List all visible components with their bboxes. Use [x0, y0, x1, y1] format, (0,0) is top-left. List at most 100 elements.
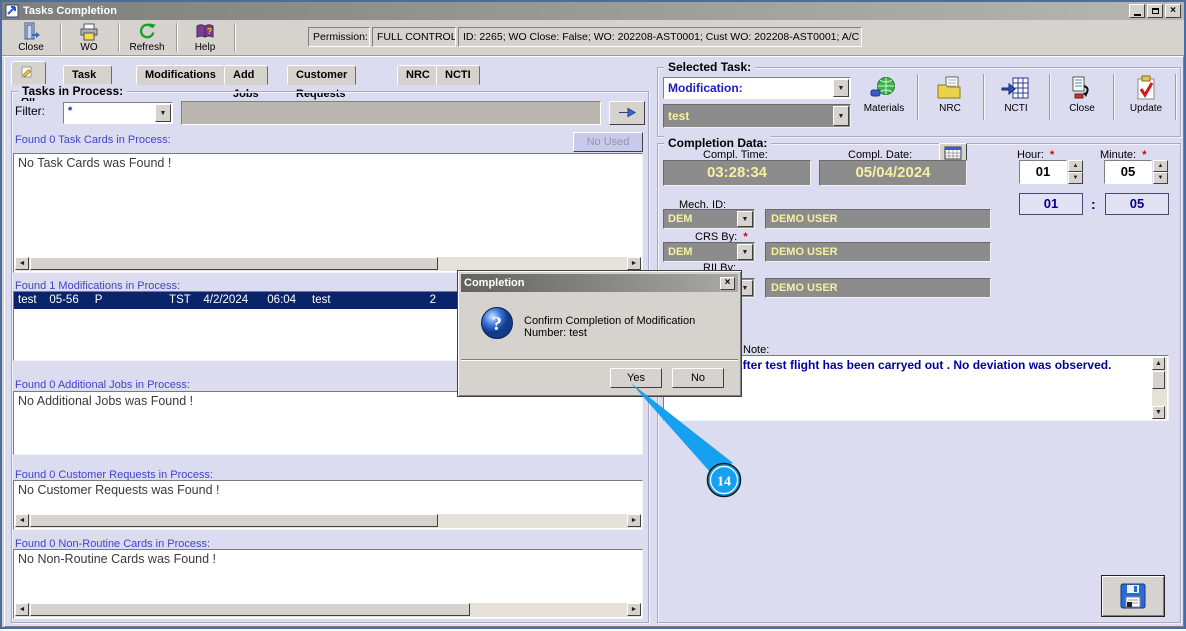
customer-requests-list[interactable]: No Customer Requests was Found ! ◄ ►	[13, 480, 643, 530]
scrollbar-thumb[interactable]	[30, 514, 438, 527]
chevron-down-icon[interactable]: ▼	[155, 104, 171, 122]
task-type-dropdown[interactable]: Modification: ▼	[663, 77, 851, 99]
document-close-icon	[1055, 73, 1109, 103]
found-add-jobs-label: Found 0 Additional Jobs in Process:	[15, 379, 190, 391]
tab-label: NCTI	[445, 69, 471, 81]
spin-down-icon[interactable]: ▼	[1068, 172, 1083, 184]
update-label: Update	[1129, 103, 1163, 114]
tab-modifications[interactable]: Modifications	[136, 65, 225, 85]
tab-nrc[interactable]: NRC	[397, 65, 439, 85]
crs-by-value: DEM	[668, 246, 693, 258]
completion-dialog: Completion × ? Confirm Completion of Mod…	[457, 270, 742, 397]
tab-task-cards[interactable]: Task Cards	[63, 65, 113, 100]
mech-id-value: DEM	[668, 213, 693, 225]
scroll-left-icon[interactable]: ◄	[15, 514, 29, 527]
no-label: No	[690, 372, 706, 384]
ncti-button[interactable]: NCTI	[989, 73, 1043, 121]
hour-stepper[interactable]: 01	[1019, 160, 1067, 184]
crs-name-field: DEMO USER	[765, 242, 991, 262]
app-window: Tasks Completion × Close WO Refresh ? He…	[0, 0, 1186, 629]
task-cards-list[interactable]: No Task Cards was Found ! ◄ ►	[13, 153, 643, 273]
tab-add-jobs[interactable]: Add Jobs	[224, 65, 268, 100]
scrollbar-thumb[interactable]	[1152, 371, 1165, 389]
close-icon: ×	[1170, 5, 1176, 16]
scroll-up-icon[interactable]: ▲	[1152, 357, 1165, 370]
compl-date-value: 05/04/2024	[819, 160, 967, 186]
printer-icon	[66, 22, 112, 42]
blue-arrow-right-icon	[617, 105, 637, 123]
hour-value: 01	[1035, 164, 1051, 179]
found-task-cards-label: Found 0 Task Cards in Process:	[15, 134, 171, 146]
tab-all[interactable]: All	[11, 61, 46, 104]
chevron-down-icon[interactable]: ▼	[833, 106, 849, 126]
dialog-separator	[461, 359, 738, 361]
filter-go-button[interactable]	[609, 101, 645, 125]
toolbar-wo-button[interactable]: WO	[66, 21, 112, 54]
task-cards-empty-text: No Task Cards was Found !	[18, 156, 172, 170]
filter-text-field[interactable]	[181, 101, 601, 125]
scroll-left-icon[interactable]: ◄	[15, 257, 29, 270]
chevron-down-icon[interactable]: ▼	[737, 211, 753, 227]
toolbar-separator	[917, 74, 919, 120]
scroll-right-icon[interactable]: ►	[627, 514, 641, 527]
close-task-button[interactable]: Close	[1055, 73, 1109, 121]
close-window-button[interactable]: ×	[1165, 4, 1181, 18]
chevron-down-icon[interactable]: ▼	[833, 79, 849, 97]
no-used-button[interactable]: No Used	[573, 132, 643, 152]
door-exit-icon	[8, 22, 54, 42]
selected-task-title: Selected Task:	[664, 60, 756, 74]
chevron-down-icon[interactable]: ▼	[737, 244, 753, 260]
filter-value: *	[68, 105, 73, 117]
crs-by-dropdown[interactable]: DEM ▼	[663, 242, 755, 262]
restore-button[interactable]	[1147, 4, 1163, 18]
context-info: ID: 2265; WO Close: False; WO: 202208-AS…	[458, 27, 862, 47]
no-used-label: No Used	[586, 136, 630, 148]
minute-spin-buttons[interactable]: ▲ ▼	[1153, 160, 1168, 184]
completion-data-title: Completion Data:	[664, 136, 772, 150]
minute-echo: 05	[1105, 193, 1169, 215]
customer-requests-hscrollbar[interactable]: ◄ ►	[15, 514, 641, 528]
nrc-button[interactable]: NRC	[923, 73, 977, 121]
time-colon: :	[1091, 196, 1096, 212]
globe-hand-icon	[857, 73, 911, 103]
tab-customer-requests[interactable]: Customer Requests	[287, 65, 357, 100]
update-button[interactable]: Update	[1119, 73, 1173, 121]
save-button[interactable]	[1101, 575, 1165, 617]
minimize-button[interactable]	[1129, 4, 1145, 18]
minute-stepper[interactable]: 05	[1104, 160, 1152, 184]
scroll-down-icon[interactable]: ▼	[1152, 406, 1165, 419]
close-task-label: Close	[1069, 103, 1095, 114]
filter-combobox[interactable]: * ▼	[63, 102, 173, 124]
non-routine-cards-list[interactable]: No Non-Routine Cards was Found ! ◄ ►	[13, 549, 643, 619]
spin-up-icon[interactable]: ▲	[1153, 160, 1168, 172]
toolbar-help-button[interactable]: ? Help	[182, 21, 228, 54]
nrc-empty-text: No Non-Routine Cards was Found !	[18, 552, 217, 566]
scroll-right-icon[interactable]: ►	[627, 257, 641, 270]
toolbar-close-button[interactable]: Close	[8, 21, 54, 54]
dialog-no-button[interactable]: No	[672, 368, 724, 388]
scroll-left-icon[interactable]: ◄	[15, 603, 29, 616]
dialog-close-button[interactable]: ×	[720, 276, 735, 290]
task-cards-hscrollbar[interactable]: ◄ ►	[15, 257, 641, 271]
spin-up-icon[interactable]: ▲	[1068, 160, 1083, 172]
note-vscrollbar[interactable]: ▲ ▼	[1152, 357, 1167, 419]
toolbar-refresh-button[interactable]: Refresh	[124, 21, 170, 54]
dialog-yes-button[interactable]: Yes	[610, 368, 662, 388]
mech-id-dropdown[interactable]: DEM ▼	[663, 209, 755, 229]
dialog-message: Confirm Completion of Modification Numbe…	[524, 315, 696, 339]
additional-jobs-list[interactable]: No Additional Jobs was Found !	[13, 391, 643, 455]
customer-requests-empty-text: No Customer Requests was Found !	[18, 483, 220, 497]
scrollbar-thumb[interactable]	[30, 257, 438, 270]
toolbar-help-label: Help	[194, 42, 216, 53]
nrc-hscrollbar[interactable]: ◄ ►	[15, 603, 641, 617]
spin-down-icon[interactable]: ▼	[1153, 172, 1168, 184]
materials-button[interactable]: Materials	[857, 73, 911, 121]
mech-name-field: DEMO USER	[765, 209, 991, 229]
scrollbar-thumb[interactable]	[30, 603, 470, 616]
hour-spin-buttons[interactable]: ▲ ▼	[1068, 160, 1083, 184]
task-name-dropdown[interactable]: test ▼	[663, 104, 851, 128]
app-icon	[5, 4, 19, 18]
scroll-right-icon[interactable]: ►	[627, 603, 641, 616]
ncti-label: NCTI	[1004, 103, 1028, 114]
tab-ncti[interactable]: NCTI	[436, 65, 480, 85]
